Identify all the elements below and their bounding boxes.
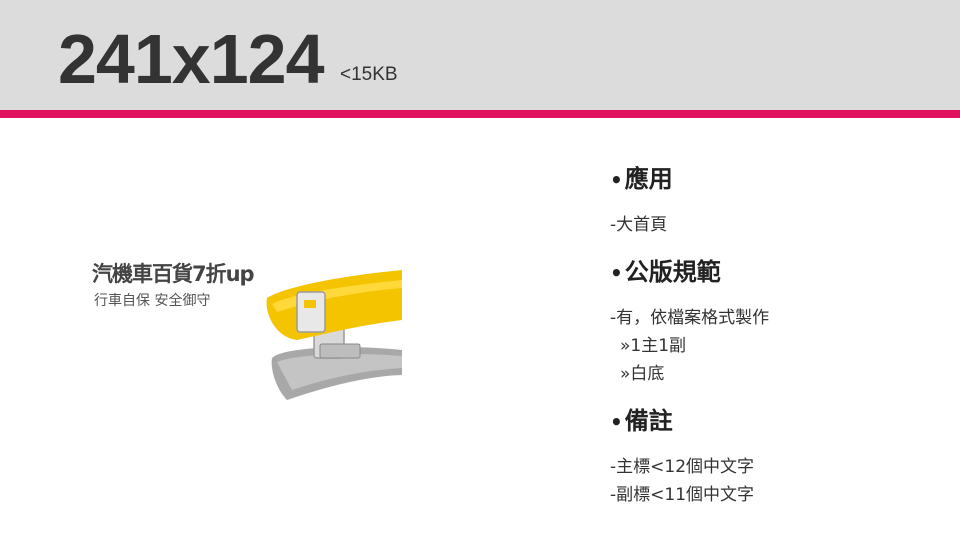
bullet-icon: • (610, 261, 623, 285)
list-item: -主標<12個中文字 (610, 457, 755, 477)
spec-panel: •應用 -大首頁 •公版規範 -有，依檔案格式製作 »1主1副 »白底 •備註 … (610, 160, 940, 509)
section-heading-text: 公版規範 (624, 258, 721, 286)
banner-subtitle: 行車自保 安全御守 (94, 293, 211, 309)
section-heading-text: 應用 (624, 165, 673, 193)
page-title: 241x124 (58, 20, 325, 98)
section-heading-text: 備註 (624, 407, 673, 435)
list-item: -副標<11個中文字 (610, 485, 755, 505)
banner-main-title: 汽機車百貨7折up (92, 262, 255, 286)
list-item: -大首頁 (610, 215, 668, 235)
size-limit-label: <15KB (340, 64, 398, 85)
banner-preview: 汽機車百貨7折up 行車自保 安全御守 (82, 240, 402, 400)
list-subitem: »白底 (620, 364, 665, 384)
bullet-icon: • (610, 168, 623, 192)
section-heading-template-spec: •公版規範 (610, 253, 940, 292)
accent-divider (0, 110, 960, 118)
list-subitem: »1主1副 (620, 336, 687, 356)
section-heading-notes: •備註 (610, 402, 940, 441)
list-item: -有，依檔案格式製作 (610, 308, 770, 328)
bullet-icon: • (610, 410, 623, 434)
section-heading-application: •應用 (610, 160, 940, 199)
